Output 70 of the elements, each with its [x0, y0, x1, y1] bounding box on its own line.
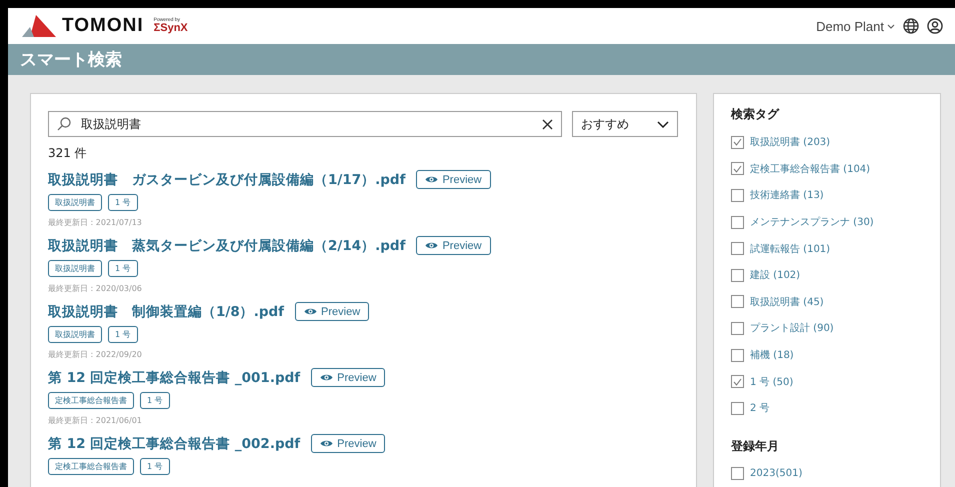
- tag-chip: 1 号: [140, 458, 170, 475]
- search-input[interactable]: 取扱説明書: [81, 117, 532, 131]
- checkbox[interactable]: [731, 216, 744, 229]
- chevron-icon: [887, 24, 895, 28]
- updated-date: 最終更新日 : 2021/06/01: [48, 415, 143, 426]
- tag-chip: 取扱説明書: [48, 326, 102, 343]
- checkbox[interactable]: [731, 348, 744, 362]
- preview-button[interactable]: Preview: [311, 434, 386, 453]
- brand-name: TOMONI: [62, 15, 144, 37]
- search-field[interactable]: 取扱説明書: [48, 111, 562, 137]
- partner-logo: ΣSynX: [154, 23, 188, 34]
- filter-option-label: 補機 (18): [750, 348, 794, 362]
- checkbox[interactable]: [731, 162, 744, 176]
- logo-icon: [22, 15, 56, 37]
- checkbox[interactable]: [731, 188, 744, 202]
- close-icon[interactable]: [542, 118, 553, 130]
- eye-icon: [320, 373, 334, 382]
- tag-chip: 1 号: [108, 326, 138, 343]
- eye-icon: [425, 241, 438, 250]
- sort-dropdown[interactable]: おすすめ: [572, 111, 678, 137]
- filter-option-label: 定検工事総合報告書 (104): [750, 162, 870, 176]
- tag-chip: 1 号: [108, 260, 138, 277]
- tag-chip: 取扱説明書: [48, 260, 102, 277]
- tag-chip: 定検工事総合報告書: [48, 458, 134, 475]
- filter-option-label: 試運転報告 (101): [750, 242, 830, 256]
- checkbox[interactable]: [731, 375, 744, 388]
- tag-chip: 1 号: [108, 194, 138, 211]
- checkbox[interactable]: [731, 467, 744, 480]
- eye-icon: [304, 307, 318, 316]
- tag-chip: 取扱説明書: [48, 194, 102, 211]
- result-title-link[interactable]: 取扱説明書 ガスタービン及び付属設備編（1/17）.pdf: [48, 170, 406, 188]
- preview-button[interactable]: Preview: [295, 302, 370, 321]
- filter-option-label: 取扱説明書 (203): [750, 136, 830, 150]
- result-title-link[interactable]: 第 12 回定検工事総合報告書 _002.pdf: [48, 434, 300, 452]
- tag-chip: 1 号: [140, 392, 170, 409]
- checkbox[interactable]: [731, 136, 744, 149]
- checkbox[interactable]: [731, 322, 744, 335]
- filter-option-label: 1 号 (50): [750, 376, 794, 389]
- search-icon: [57, 117, 71, 131]
- globe-icon[interactable]: [903, 18, 919, 34]
- result-title-link[interactable]: 取扱説明書 制御装置編（1/8）.pdf: [48, 302, 284, 320]
- updated-date: 最終更新日 : 2021/07/13: [48, 217, 143, 228]
- checkbox[interactable]: [731, 268, 744, 282]
- preview-button[interactable]: Preview: [311, 368, 386, 387]
- filter-heading: 検索タグ: [731, 106, 780, 123]
- chevron-icon: [657, 120, 669, 128]
- user-icon[interactable]: [927, 18, 943, 34]
- updated-date: 最終更新日 : 2020/03/06: [48, 283, 143, 294]
- filter-option-label: 2023(501): [750, 468, 802, 480]
- checkbox[interactable]: [731, 295, 744, 308]
- filter-heading: 登録年月: [731, 438, 780, 455]
- preview-button[interactable]: Preview: [416, 236, 491, 255]
- result-title-link[interactable]: 取扱説明書 蒸気タービン及び付属設備編（2/14）.pdf: [48, 236, 406, 254]
- filter-option-label: 技術連絡書 (13): [750, 188, 824, 202]
- preview-button[interactable]: Preview: [416, 170, 491, 189]
- result-title-link[interactable]: 第 12 回定検工事総合報告書 _001.pdf: [48, 368, 300, 386]
- result-count: 321 件: [48, 145, 88, 162]
- checkbox[interactable]: [731, 242, 744, 256]
- updated-date: 最終更新日 : 2022/09/20: [48, 349, 143, 360]
- tag-chip: 定検工事総合報告書: [48, 392, 134, 409]
- plant-selector[interactable]: Demo Plant: [816, 18, 895, 34]
- page-title: スマート検索: [20, 49, 122, 71]
- filter-option-label: 建設 (102): [750, 268, 800, 282]
- checkbox[interactable]: [731, 402, 744, 415]
- filter-option-label: プラント設計 (90): [750, 322, 834, 336]
- eye-icon: [425, 175, 438, 184]
- filter-option-label: 取扱説明書 (45): [750, 296, 824, 309]
- filter-option-label: 2 号: [750, 402, 770, 416]
- eye-icon: [320, 439, 334, 448]
- filter-option-label: メンテナンスプランナ (30): [750, 216, 874, 230]
